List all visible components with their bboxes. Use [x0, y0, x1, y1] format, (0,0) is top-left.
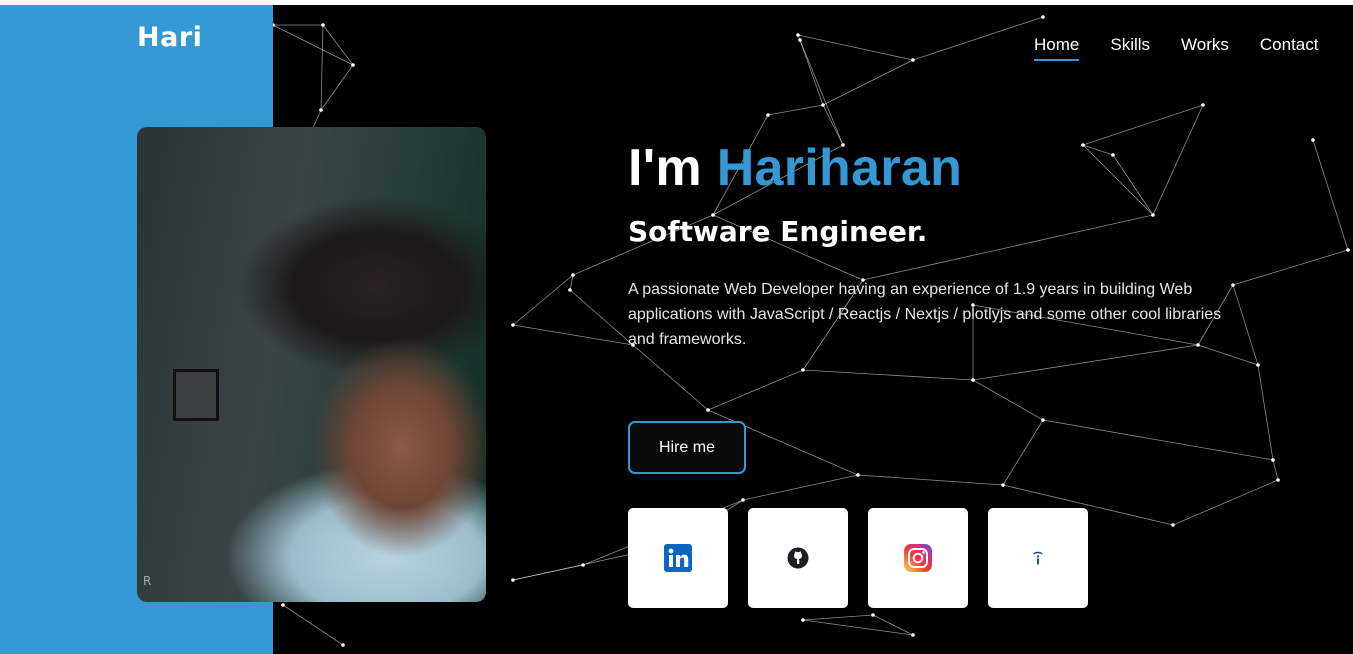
github-link[interactable]: [748, 508, 848, 608]
social-links: [628, 508, 1088, 608]
network-line: [742, 474, 859, 501]
network-line: [1232, 284, 1259, 366]
network-node: [1041, 418, 1045, 422]
network-node: [1256, 363, 1260, 367]
network-node: [281, 603, 285, 607]
linkedin-icon: [664, 544, 692, 572]
info-link[interactable]: [988, 508, 1088, 608]
network-node: [971, 378, 975, 382]
network-line: [273, 24, 354, 66]
network-node: [911, 58, 915, 62]
network-node: [706, 408, 710, 412]
site-logo[interactable]: Hari: [137, 22, 202, 53]
network-line: [282, 604, 344, 646]
network-line: [857, 474, 1004, 486]
network-line: [802, 619, 914, 636]
github-icon: [787, 547, 809, 569]
network-node: [511, 578, 515, 582]
network-node: [1276, 478, 1280, 482]
network-node: [1311, 138, 1315, 142]
network-node: [911, 633, 915, 637]
profile-photo: R: [137, 127, 486, 602]
network-line: [1002, 419, 1044, 486]
network-line: [797, 34, 914, 61]
photo-watermark: R: [143, 574, 152, 588]
nav-skills[interactable]: Skills: [1110, 35, 1150, 61]
network-line: [320, 24, 324, 111]
network-node: [856, 473, 860, 477]
network-node: [571, 273, 575, 277]
network-node: [796, 33, 800, 37]
network-line: [802, 614, 874, 621]
network-node: [1201, 103, 1205, 107]
network-node: [1001, 483, 1005, 487]
network-node: [1151, 213, 1155, 217]
network-node: [801, 618, 805, 622]
network-node: [801, 368, 805, 372]
network-node: [1346, 248, 1350, 252]
network-node: [273, 23, 275, 27]
network-line: [1272, 459, 1279, 481]
network-line: [1112, 154, 1154, 216]
network-line: [632, 344, 709, 411]
network-node: [321, 23, 325, 27]
linkedin-link[interactable]: [628, 508, 728, 608]
network-line: [1232, 249, 1349, 286]
network-line: [512, 564, 584, 581]
network-line: [512, 274, 574, 326]
network-line: [322, 24, 354, 66]
network-line: [1082, 104, 1204, 146]
network-line: [802, 369, 974, 381]
main-nav: Home Skills Works Contact: [1034, 35, 1349, 61]
network-line: [912, 16, 1044, 61]
network-line: [799, 39, 844, 146]
network-node: [1271, 458, 1275, 462]
network-line: [1042, 419, 1274, 461]
hero-subtitle: Software Engineer.: [628, 215, 928, 248]
network-line: [569, 289, 634, 346]
network-line: [320, 64, 354, 111]
nav-works[interactable]: Works: [1181, 35, 1229, 61]
instagram-icon: [904, 544, 932, 572]
network-node: [1111, 153, 1115, 157]
nav-contact[interactable]: Contact: [1260, 35, 1319, 61]
network-line: [1172, 479, 1279, 526]
nav-home[interactable]: Home: [1034, 35, 1080, 61]
info-icon: [1032, 550, 1044, 566]
network-node: [568, 288, 572, 292]
network-node: [821, 103, 825, 107]
hero-title: I'm Hariharan: [628, 138, 962, 198]
hero-name: Hariharan: [716, 139, 963, 197]
network-line: [1312, 139, 1349, 251]
hire-me-button[interactable]: Hire me: [628, 421, 746, 474]
network-line: [822, 59, 914, 106]
network-node: [341, 643, 345, 647]
network-node: [741, 498, 745, 502]
network-node: [351, 63, 355, 67]
network-node: [511, 323, 515, 327]
network-node: [581, 563, 585, 567]
network-line: [1152, 104, 1204, 216]
network-node: [798, 38, 802, 42]
network-line: [1257, 364, 1274, 461]
network-node: [1041, 15, 1045, 19]
wall-frame: [173, 369, 219, 421]
network-line: [767, 104, 824, 116]
network-node: [1231, 283, 1235, 287]
network-node: [1171, 523, 1175, 527]
network-node: [319, 108, 323, 112]
network-line: [707, 369, 804, 411]
hero-description: A passionate Web Developer having an exp…: [628, 281, 1222, 348]
network-line: [972, 379, 1044, 421]
network-node: [766, 113, 770, 117]
network-line: [512, 324, 634, 346]
instagram-link[interactable]: [868, 508, 968, 608]
network-line: [799, 39, 824, 106]
hero-intro: I'm: [628, 139, 702, 197]
network-node: [871, 613, 875, 617]
network-node: [1081, 143, 1085, 147]
network-line: [1082, 144, 1154, 216]
